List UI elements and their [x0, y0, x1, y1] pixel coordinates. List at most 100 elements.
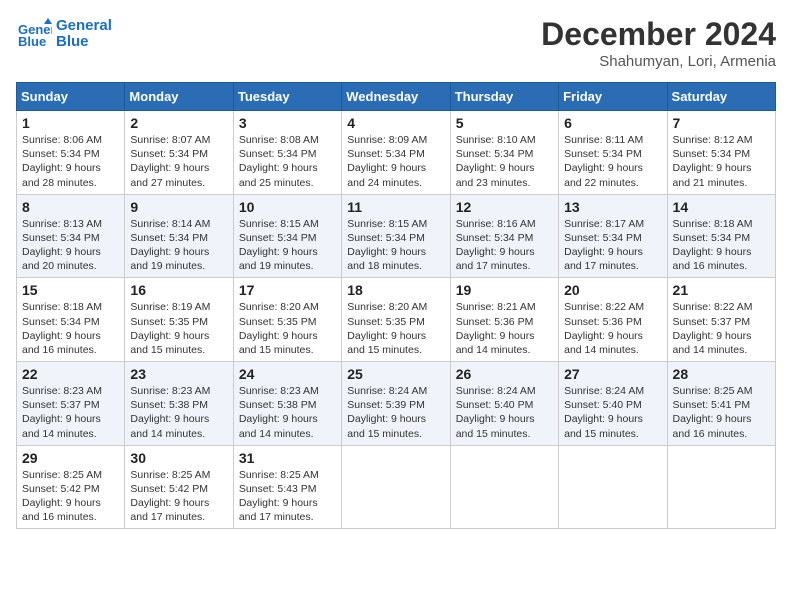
- calendar-cell: 21 Sunrise: 8:22 AMSunset: 5:37 PMDaylig…: [667, 278, 775, 362]
- calendar-week-row: 8 Sunrise: 8:13 AMSunset: 5:34 PMDayligh…: [17, 194, 776, 278]
- calendar-cell: 18 Sunrise: 8:20 AMSunset: 5:35 PMDaylig…: [342, 278, 450, 362]
- logo-icon: General Blue: [16, 16, 52, 52]
- cell-info: Sunrise: 8:23 AMSunset: 5:38 PMDaylight:…: [239, 384, 336, 441]
- day-number: 20: [564, 282, 661, 298]
- calendar-week-row: 15 Sunrise: 8:18 AMSunset: 5:34 PMDaylig…: [17, 278, 776, 362]
- calendar-cell: 26 Sunrise: 8:24 AMSunset: 5:40 PMDaylig…: [450, 362, 558, 446]
- calendar-cell: 24 Sunrise: 8:23 AMSunset: 5:38 PMDaylig…: [233, 362, 341, 446]
- day-number: 25: [347, 366, 444, 382]
- cell-info: Sunrise: 8:24 AMSunset: 5:40 PMDaylight:…: [456, 384, 553, 441]
- calendar-cell: 22 Sunrise: 8:23 AMSunset: 5:37 PMDaylig…: [17, 362, 125, 446]
- day-number: 8: [22, 199, 119, 215]
- day-number: 12: [456, 199, 553, 215]
- day-number: 18: [347, 282, 444, 298]
- weekday-header-cell: Monday: [125, 83, 233, 111]
- cell-info: Sunrise: 8:15 AMSunset: 5:34 PMDaylight:…: [347, 217, 444, 274]
- cell-info: Sunrise: 8:25 AMSunset: 5:41 PMDaylight:…: [673, 384, 770, 441]
- calendar-cell: [667, 445, 775, 529]
- calendar-cell: 14 Sunrise: 8:18 AMSunset: 5:34 PMDaylig…: [667, 194, 775, 278]
- cell-info: Sunrise: 8:09 AMSunset: 5:34 PMDaylight:…: [347, 133, 444, 190]
- weekday-header-cell: Tuesday: [233, 83, 341, 111]
- calendar-cell: 27 Sunrise: 8:24 AMSunset: 5:40 PMDaylig…: [559, 362, 667, 446]
- calendar-cell: 2 Sunrise: 8:07 AMSunset: 5:34 PMDayligh…: [125, 111, 233, 195]
- calendar-cell: 3 Sunrise: 8:08 AMSunset: 5:34 PMDayligh…: [233, 111, 341, 195]
- day-number: 15: [22, 282, 119, 298]
- day-number: 29: [22, 450, 119, 466]
- day-number: 5: [456, 115, 553, 131]
- day-number: 27: [564, 366, 661, 382]
- cell-info: Sunrise: 8:25 AMSunset: 5:42 PMDaylight:…: [22, 468, 119, 525]
- calendar-cell: 1 Sunrise: 8:06 AMSunset: 5:34 PMDayligh…: [17, 111, 125, 195]
- weekday-header-cell: Wednesday: [342, 83, 450, 111]
- day-number: 17: [239, 282, 336, 298]
- day-number: 19: [456, 282, 553, 298]
- calendar-cell: 25 Sunrise: 8:24 AMSunset: 5:39 PMDaylig…: [342, 362, 450, 446]
- calendar-week-row: 22 Sunrise: 8:23 AMSunset: 5:37 PMDaylig…: [17, 362, 776, 446]
- day-number: 28: [673, 366, 770, 382]
- logo-blue: Blue: [56, 34, 112, 51]
- weekday-header-cell: Thursday: [450, 83, 558, 111]
- day-number: 4: [347, 115, 444, 131]
- day-number: 22: [22, 366, 119, 382]
- cell-info: Sunrise: 8:25 AMSunset: 5:43 PMDaylight:…: [239, 468, 336, 525]
- day-number: 30: [130, 450, 227, 466]
- calendar-cell: 17 Sunrise: 8:20 AMSunset: 5:35 PMDaylig…: [233, 278, 341, 362]
- day-number: 2: [130, 115, 227, 131]
- day-number: 1: [22, 115, 119, 131]
- day-number: 23: [130, 366, 227, 382]
- calendar-week-row: 1 Sunrise: 8:06 AMSunset: 5:34 PMDayligh…: [17, 111, 776, 195]
- cell-info: Sunrise: 8:25 AMSunset: 5:42 PMDaylight:…: [130, 468, 227, 525]
- weekday-header-cell: Saturday: [667, 83, 775, 111]
- cell-info: Sunrise: 8:15 AMSunset: 5:34 PMDaylight:…: [239, 217, 336, 274]
- logo-general: General: [56, 18, 112, 35]
- cell-info: Sunrise: 8:13 AMSunset: 5:34 PMDaylight:…: [22, 217, 119, 274]
- cell-info: Sunrise: 8:20 AMSunset: 5:35 PMDaylight:…: [239, 300, 336, 357]
- calendar-cell: 6 Sunrise: 8:11 AMSunset: 5:34 PMDayligh…: [559, 111, 667, 195]
- calendar-cell: 31 Sunrise: 8:25 AMSunset: 5:43 PMDaylig…: [233, 445, 341, 529]
- day-number: 14: [673, 199, 770, 215]
- cell-info: Sunrise: 8:10 AMSunset: 5:34 PMDaylight:…: [456, 133, 553, 190]
- calendar-cell: 19 Sunrise: 8:21 AMSunset: 5:36 PMDaylig…: [450, 278, 558, 362]
- cell-info: Sunrise: 8:22 AMSunset: 5:36 PMDaylight:…: [564, 300, 661, 357]
- calendar-cell: 11 Sunrise: 8:15 AMSunset: 5:34 PMDaylig…: [342, 194, 450, 278]
- cell-info: Sunrise: 8:22 AMSunset: 5:37 PMDaylight:…: [673, 300, 770, 357]
- calendar-cell: 7 Sunrise: 8:12 AMSunset: 5:34 PMDayligh…: [667, 111, 775, 195]
- location: Shahumyan, Lori, Armenia: [541, 53, 776, 70]
- calendar-cell: 20 Sunrise: 8:22 AMSunset: 5:36 PMDaylig…: [559, 278, 667, 362]
- title-block: December 2024 Shahumyan, Lori, Armenia: [541, 16, 776, 70]
- day-number: 7: [673, 115, 770, 131]
- calendar-cell: 29 Sunrise: 8:25 AMSunset: 5:42 PMDaylig…: [17, 445, 125, 529]
- day-number: 10: [239, 199, 336, 215]
- calendar-cell: 8 Sunrise: 8:13 AMSunset: 5:34 PMDayligh…: [17, 194, 125, 278]
- page-header: General Blue General Blue December 2024 …: [16, 16, 776, 70]
- day-number: 3: [239, 115, 336, 131]
- cell-info: Sunrise: 8:08 AMSunset: 5:34 PMDaylight:…: [239, 133, 336, 190]
- day-number: 21: [673, 282, 770, 298]
- day-number: 11: [347, 199, 444, 215]
- calendar-week-row: 29 Sunrise: 8:25 AMSunset: 5:42 PMDaylig…: [17, 445, 776, 529]
- calendar-cell: 30 Sunrise: 8:25 AMSunset: 5:42 PMDaylig…: [125, 445, 233, 529]
- cell-info: Sunrise: 8:18 AMSunset: 5:34 PMDaylight:…: [22, 300, 119, 357]
- day-number: 9: [130, 199, 227, 215]
- cell-info: Sunrise: 8:17 AMSunset: 5:34 PMDaylight:…: [564, 217, 661, 274]
- cell-info: Sunrise: 8:21 AMSunset: 5:36 PMDaylight:…: [456, 300, 553, 357]
- calendar-cell: 23 Sunrise: 8:23 AMSunset: 5:38 PMDaylig…: [125, 362, 233, 446]
- calendar-cell: [342, 445, 450, 529]
- cell-info: Sunrise: 8:06 AMSunset: 5:34 PMDaylight:…: [22, 133, 119, 190]
- day-number: 24: [239, 366, 336, 382]
- cell-info: Sunrise: 8:07 AMSunset: 5:34 PMDaylight:…: [130, 133, 227, 190]
- calendar-cell: 9 Sunrise: 8:14 AMSunset: 5:34 PMDayligh…: [125, 194, 233, 278]
- day-number: 26: [456, 366, 553, 382]
- calendar-cell: 16 Sunrise: 8:19 AMSunset: 5:35 PMDaylig…: [125, 278, 233, 362]
- svg-text:Blue: Blue: [18, 34, 46, 49]
- calendar-cell: 12 Sunrise: 8:16 AMSunset: 5:34 PMDaylig…: [450, 194, 558, 278]
- month-title: December 2024: [541, 16, 776, 53]
- logo: General Blue General Blue: [16, 16, 112, 52]
- calendar-table: SundayMondayTuesdayWednesdayThursdayFrid…: [16, 82, 776, 529]
- calendar-cell: 4 Sunrise: 8:09 AMSunset: 5:34 PMDayligh…: [342, 111, 450, 195]
- calendar-cell: 13 Sunrise: 8:17 AMSunset: 5:34 PMDaylig…: [559, 194, 667, 278]
- cell-info: Sunrise: 8:24 AMSunset: 5:39 PMDaylight:…: [347, 384, 444, 441]
- calendar-cell: 28 Sunrise: 8:25 AMSunset: 5:41 PMDaylig…: [667, 362, 775, 446]
- cell-info: Sunrise: 8:14 AMSunset: 5:34 PMDaylight:…: [130, 217, 227, 274]
- cell-info: Sunrise: 8:24 AMSunset: 5:40 PMDaylight:…: [564, 384, 661, 441]
